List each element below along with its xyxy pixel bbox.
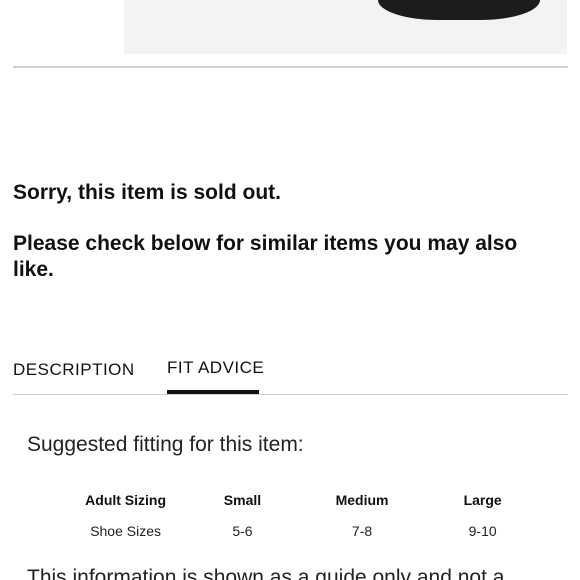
fit-heading: Suggested fitting for this item:: [27, 433, 304, 456]
similar-items-message: Please check below for similar items you…: [13, 232, 518, 281]
tabs-divider: [13, 394, 568, 395]
tab-fit-advice[interactable]: FIT ADVICE: [167, 358, 264, 402]
fit-disclaimer: This information is shown as a guide onl…: [27, 566, 505, 580]
size-table-header: Adult Sizing Small Medium Large: [72, 488, 547, 512]
tab-description[interactable]: DESCRIPTION: [13, 360, 135, 404]
product-image: [124, 0, 567, 54]
divider: [13, 66, 568, 68]
header-large: Large: [463, 492, 502, 508]
header-adult-sizing: Adult Sizing: [85, 492, 167, 508]
sold-out-message: Sorry, this item is sold out.: [13, 181, 281, 204]
cell-large: 9-10: [468, 523, 497, 539]
cell-medium: 7-8: [351, 523, 373, 539]
row-label-shoe-sizes: Shoe Sizes: [90, 523, 162, 539]
header-small: Small: [223, 492, 262, 508]
product-page: Sorry, this item is sold out. Please che…: [0, 0, 580, 580]
table-row: Shoe Sizes 5-6 7-8 9-10: [72, 512, 547, 550]
product-info-tabs: DESCRIPTION FIT ADVICE: [13, 350, 568, 394]
size-table: Adult Sizing Small Medium Large Shoe Siz…: [72, 488, 547, 550]
product-photo-shoe: [378, 0, 540, 20]
header-medium: Medium: [335, 492, 389, 508]
cell-small: 5-6: [232, 523, 253, 539]
